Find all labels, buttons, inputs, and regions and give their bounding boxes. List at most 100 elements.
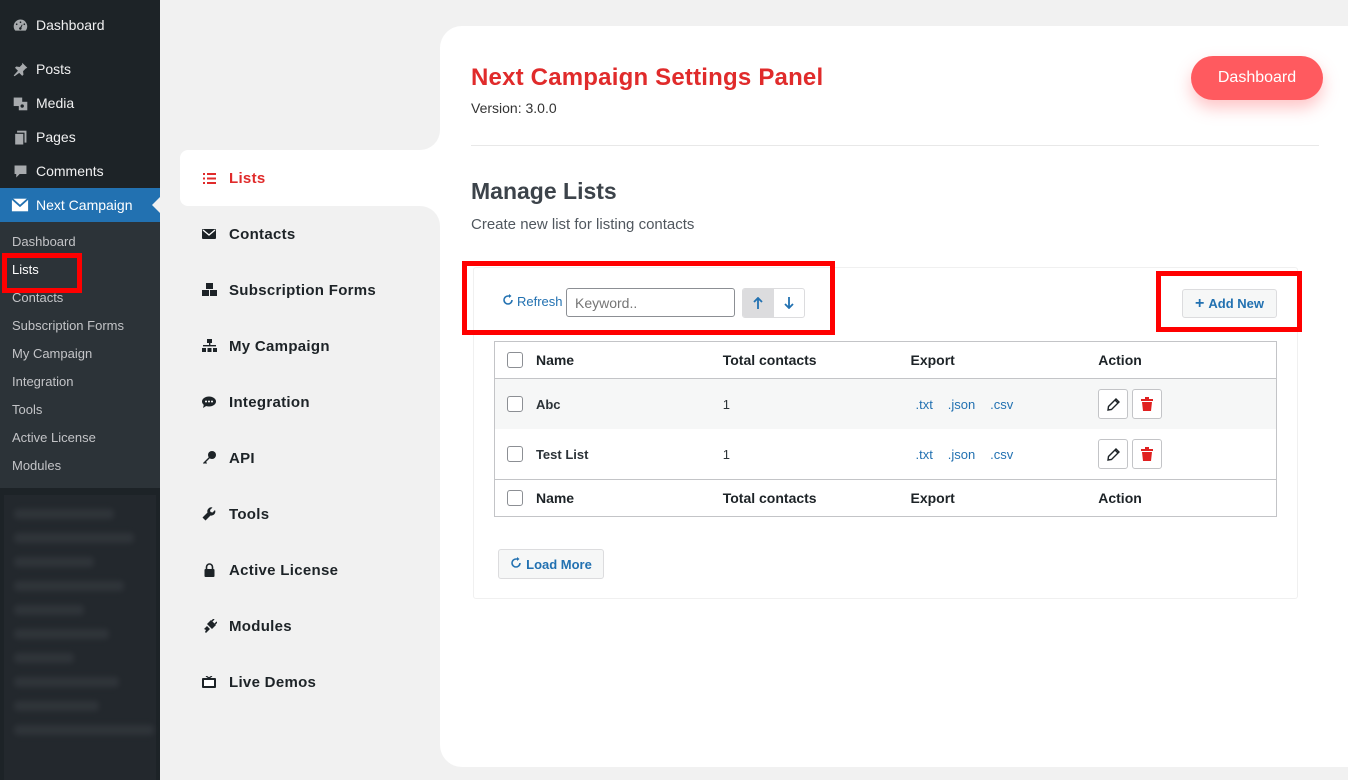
arrow-down-icon — [784, 297, 794, 309]
wp-menu-media[interactable]: Media — [0, 86, 160, 120]
export-csv-link[interactable]: .csv — [990, 397, 1013, 412]
wp-submenu-subscription-forms[interactable]: Subscription Forms — [0, 312, 160, 340]
wp-submenu-modules[interactable]: Modules — [0, 452, 160, 480]
row-checkbox[interactable] — [507, 396, 524, 412]
sort-ascending-button[interactable] — [743, 289, 774, 317]
settings-panel: Next Campaign Settings Panel Version: 3.… — [440, 26, 1348, 767]
edit-button[interactable] — [1098, 389, 1129, 419]
add-new-button[interactable]: + Add New — [1182, 289, 1277, 318]
version-label: Version: 3.0.0 — [471, 100, 557, 116]
trash-icon — [1141, 447, 1154, 461]
pin-icon — [10, 59, 30, 79]
delete-button[interactable] — [1132, 389, 1163, 419]
dashboard-icon — [10, 15, 30, 35]
list-name: Test List — [535, 446, 589, 462]
delete-button[interactable] — [1132, 439, 1163, 469]
wp-submenu-tools[interactable]: Tools — [0, 396, 160, 424]
wp-menu-label: Pages — [36, 129, 76, 145]
dashboard-button[interactable]: Dashboard — [1191, 56, 1323, 100]
sort-button-group — [742, 288, 805, 318]
row-actions — [1098, 389, 1276, 419]
column-header-name[interactable]: Name — [536, 352, 723, 368]
comments-icon — [200, 396, 218, 409]
envelope-icon — [200, 229, 218, 239]
wp-menu-next-campaign[interactable]: Next Campaign — [0, 188, 160, 222]
nav-label: Integration — [229, 393, 310, 411]
sort-descending-button[interactable] — [774, 289, 805, 317]
wp-submenu: Dashboard Lists Contacts Subscription Fo… — [0, 222, 160, 488]
export-txt-link[interactable]: .txt — [915, 397, 932, 412]
nav-item-integration[interactable]: Integration — [180, 374, 440, 430]
column-header-action: Action — [1098, 352, 1142, 368]
nav-item-live-demos[interactable]: Live Demos — [180, 654, 440, 710]
nav-item-modules[interactable]: Modules — [180, 598, 440, 654]
wp-submenu-dashboard[interactable]: Dashboard — [0, 228, 160, 256]
keyword-search-input[interactable] — [566, 288, 735, 317]
section-title: Manage Lists — [471, 178, 617, 204]
export-csv-link[interactable]: .csv — [990, 447, 1013, 462]
wp-menu-posts[interactable]: Posts — [0, 52, 160, 86]
wp-menu-dashboard[interactable]: Dashboard — [0, 8, 160, 42]
nav-label: Live Demos — [229, 673, 317, 691]
panel-corner — [420, 130, 440, 150]
nav-label: API — [229, 449, 255, 467]
row-checkbox[interactable] — [507, 446, 524, 462]
pages-icon — [10, 127, 30, 147]
nav-item-subscription-forms[interactable]: Subscription Forms — [180, 262, 440, 318]
nav-item-lists[interactable]: Lists — [180, 150, 440, 206]
plus-icon: + — [1195, 294, 1205, 312]
page-title: Next Campaign Settings Panel — [471, 64, 824, 91]
pencil-icon — [1106, 447, 1120, 461]
column-footer-total-contacts: Total contacts — [722, 490, 817, 506]
load-more-label: Load More — [526, 556, 592, 572]
plugin-nav: Lists Contacts Subscription Forms My Cam… — [180, 150, 440, 710]
comment-icon — [10, 161, 30, 181]
nav-item-contacts[interactable]: Contacts — [180, 206, 440, 262]
export-txt-link[interactable]: .txt — [915, 447, 932, 462]
load-more-button[interactable]: Load More — [498, 549, 604, 579]
table-footer-row: Name Total contacts Export Action — [495, 479, 1276, 516]
wp-submenu-contacts[interactable]: Contacts — [0, 284, 160, 312]
blurred-menu-area — [4, 495, 156, 780]
arrow-up-icon — [753, 297, 763, 309]
nav-item-active-license[interactable]: Active License — [180, 542, 440, 598]
wp-menu-label: Media — [36, 95, 75, 111]
list-total-contacts: 1 — [722, 446, 730, 462]
nav-item-my-campaign[interactable]: My Campaign — [180, 318, 440, 374]
wp-submenu-active-license[interactable]: Active License — [0, 424, 160, 452]
select-all-checkbox[interactable] — [507, 352, 524, 368]
cubes-icon — [200, 283, 218, 297]
refresh-label: Refresh — [517, 294, 563, 309]
column-footer-action: Action — [1098, 490, 1142, 506]
nav-label: Tools — [229, 505, 270, 523]
lock-icon — [200, 563, 218, 577]
export-json-link[interactable]: .json — [948, 397, 975, 412]
list-name: Abc — [535, 396, 561, 412]
list-total-contacts: 1 — [722, 396, 730, 412]
refresh-button[interactable]: Refresh — [502, 294, 563, 309]
row-actions — [1098, 439, 1276, 469]
table-header-row: Name Total contacts Export Action — [495, 342, 1276, 379]
column-footer-name[interactable]: Name — [536, 490, 723, 506]
pencil-icon — [1106, 397, 1120, 411]
nav-item-api[interactable]: API — [180, 430, 440, 486]
refresh-icon — [510, 556, 522, 572]
wp-submenu-lists[interactable]: Lists — [0, 256, 160, 284]
export-links: .txt .json .csv — [910, 446, 1098, 462]
column-footer-export: Export — [910, 490, 955, 506]
table-row: Test List 1 .txt .json .csv — [495, 429, 1276, 479]
edit-button[interactable] — [1098, 439, 1129, 469]
wp-menu-comments[interactable]: Comments — [0, 154, 160, 188]
nav-item-tools[interactable]: Tools — [180, 486, 440, 542]
lists-table: Name Total contacts Export Action Abc 1 … — [494, 341, 1277, 517]
envelope-icon — [10, 195, 30, 215]
panel-corner — [420, 206, 440, 226]
select-all-checkbox[interactable] — [507, 490, 524, 506]
wp-menu-pages[interactable]: Pages — [0, 120, 160, 154]
wp-submenu-integration[interactable]: Integration — [0, 368, 160, 396]
wrench-icon — [200, 507, 218, 521]
nav-label: My Campaign — [229, 337, 330, 355]
wp-submenu-my-campaign[interactable]: My Campaign — [0, 340, 160, 368]
export-json-link[interactable]: .json — [948, 447, 975, 462]
nav-label: Subscription Forms — [229, 281, 377, 299]
